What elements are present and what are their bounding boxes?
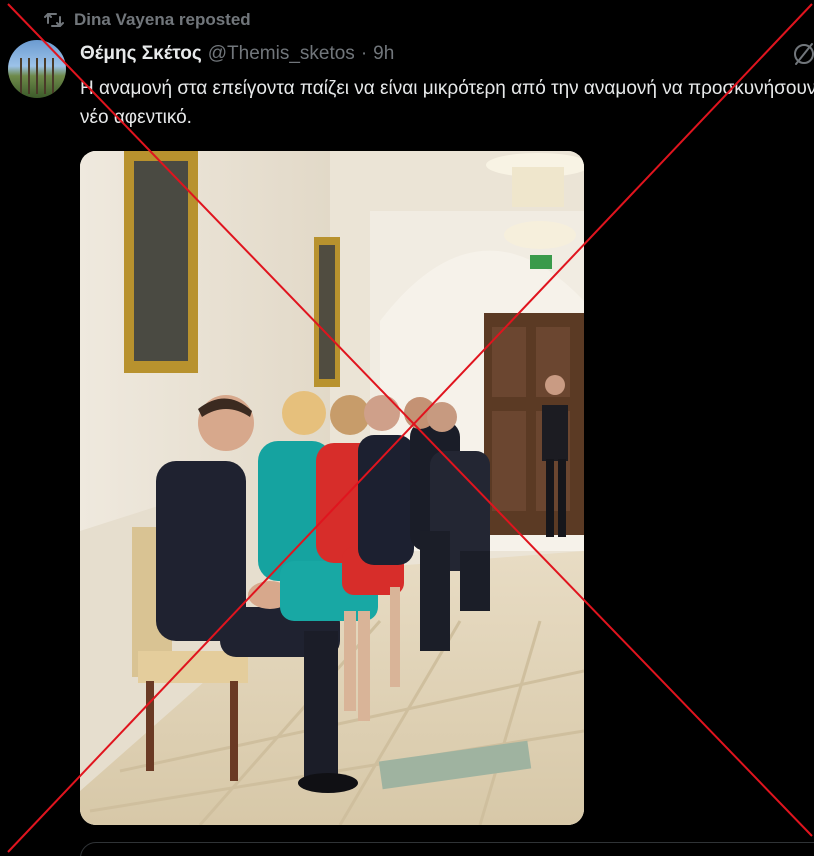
timestamp[interactable]: 9h [373, 43, 394, 65]
tweet-photo[interactable] [80, 151, 584, 825]
tweet-header: Θέμης Σκέτος @Themis_sketos · 9h [80, 40, 394, 68]
embedded-card-top[interactable] [80, 842, 814, 856]
grok-icon[interactable] [790, 40, 814, 68]
separator-dot: · [360, 43, 368, 64]
photo-illustration [80, 151, 584, 825]
repost-indicator[interactable]: Dina Vayena reposted [44, 8, 251, 32]
repost-label[interactable]: Dina Vayena reposted [74, 10, 251, 30]
repost-icon [44, 11, 64, 29]
tweet-text: Η αναμονή στα επείγοντα παίζει να είναι … [80, 78, 814, 128]
tweet-page: Dina Vayena reposted Θέμης Σκέτος @Themi… [0, 0, 814, 856]
avatar[interactable] [8, 40, 66, 98]
display-name[interactable]: Θέμης Σκέτος [80, 43, 202, 65]
user-handle[interactable]: @Themis_sketos [208, 43, 355, 65]
